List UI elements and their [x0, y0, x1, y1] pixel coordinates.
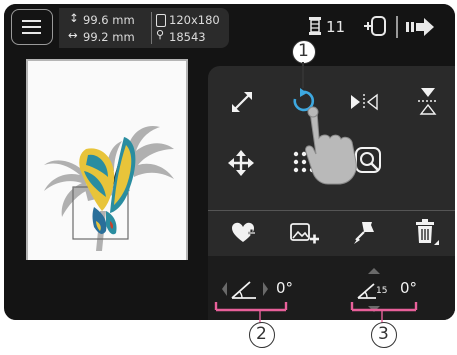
thread-count: 11 — [326, 18, 346, 36]
next-arrow-icon[interactable] — [406, 18, 436, 36]
favorite-add-icon[interactable] — [231, 222, 257, 244]
height-icon: ↕ — [69, 11, 79, 25]
mirror-vertical-icon[interactable] — [416, 86, 440, 116]
move-icon[interactable] — [228, 150, 254, 176]
callout-1-line — [302, 62, 304, 88]
stitch-count: 18543 — [169, 30, 206, 44]
callout-2-number: 2 — [256, 324, 267, 344]
panel-divider — [208, 210, 455, 211]
delete-icon[interactable] — [414, 218, 440, 248]
callout-3-number: 3 — [378, 324, 389, 344]
design-width: 99.2 mm — [83, 30, 135, 44]
thread-spool-icon — [309, 17, 321, 35]
hoop-icon — [156, 14, 166, 27]
resize-icon[interactable] — [230, 90, 254, 114]
pin-icon[interactable] — [352, 220, 376, 246]
design-height: 99.6 mm — [83, 13, 135, 27]
design-info-panel: ↕ 99.6 mm ↔ 99.2 mm 120x180 ⚲ 18543 — [59, 8, 229, 48]
angle-value: 0° — [276, 279, 294, 297]
machine-screen: ↕ 99.6 mm ↔ 99.2 mm 120x180 ⚲ 18543 11 0… — [4, 4, 455, 320]
callout-1-number: 1 — [298, 41, 309, 61]
add-image-icon[interactable] — [290, 222, 320, 246]
connect-icon[interactable] — [362, 15, 388, 37]
stitch-count-icon: ⚲ — [156, 28, 165, 41]
pointing-hand-icon — [305, 106, 357, 185]
angle-step-value: 0° — [400, 279, 418, 297]
status-bar: ↕ 99.6 mm ↔ 99.2 mm 120x180 ⚲ 18543 11 — [4, 4, 455, 52]
bottom-left-bg — [8, 260, 208, 320]
hoop-size: 120x180 — [169, 13, 220, 27]
menu-button[interactable] — [11, 9, 53, 45]
width-icon: ↔ — [68, 28, 78, 42]
angle-step-label: 15 — [376, 286, 388, 296]
